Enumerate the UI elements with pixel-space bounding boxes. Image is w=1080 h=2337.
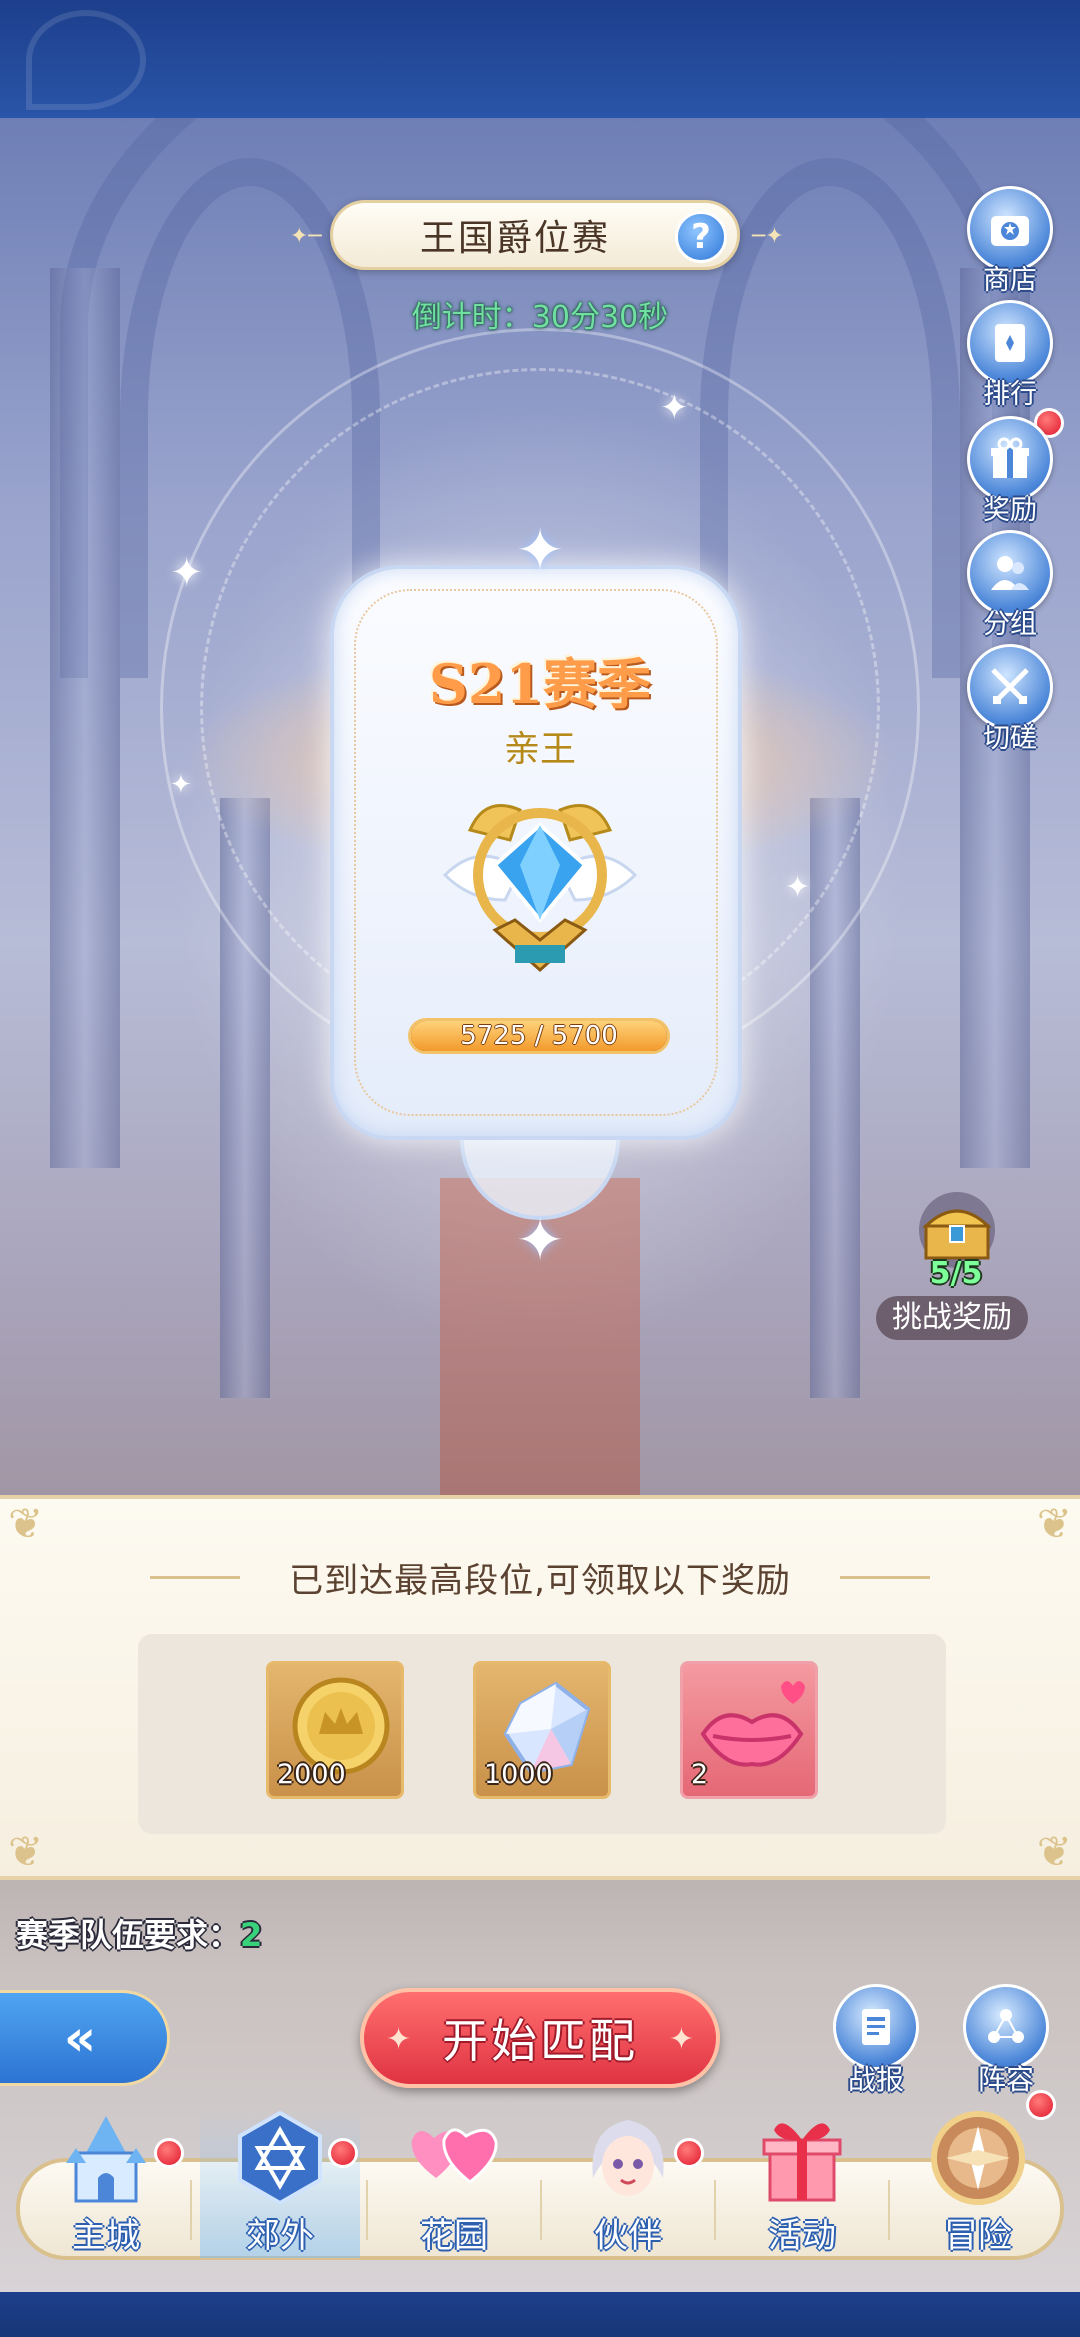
banner-deco xyxy=(26,10,146,110)
title-left-ornament: ✦─ xyxy=(290,224,322,249)
reward-quantity: 2000 xyxy=(277,1759,346,1790)
panel-corner-ornament: ❦ xyxy=(1036,1827,1072,1876)
sparkle-icon: ✦ xyxy=(386,2022,412,2057)
nav-item-adventure[interactable]: 冒险 xyxy=(898,2108,1058,2258)
side-menu-label: 分组 xyxy=(983,609,1037,640)
back-button[interactable]: « xyxy=(0,1990,170,2086)
group-button[interactable]: 分组 xyxy=(962,530,1058,640)
battle-report-label: 战报 xyxy=(847,2063,904,2096)
side-menu-label: 切磋 xyxy=(983,723,1037,754)
nav-divider xyxy=(888,2180,890,2240)
notification-badge xyxy=(674,2138,704,2168)
top-status-bar xyxy=(0,0,1080,118)
side-menu-label: 奖励 xyxy=(983,495,1037,526)
challenge-reward-label[interactable]: 挑战奖励 xyxy=(876,1296,1028,1340)
side-menu-label: 商店 xyxy=(983,265,1037,296)
nav-divider xyxy=(366,2180,368,2240)
reward-heading: 已到达最高段位,可领取以下奖励 xyxy=(289,1561,791,1601)
question-icon[interactable]: ? xyxy=(675,211,727,263)
sparkle-icon: ✦ xyxy=(660,388,689,428)
reward-button[interactable]: 奖励 xyxy=(962,416,1058,526)
sparkle-icon: ✦ xyxy=(170,550,204,596)
battle-report-button[interactable]: 战报 xyxy=(828,1984,924,2096)
start-match-label: 开始匹配 xyxy=(442,2014,638,2068)
rank-score-text: 5725 / 5700 xyxy=(460,1021,618,1051)
reward-item-gold[interactable]: 2000 xyxy=(266,1661,404,1799)
partner-portrait-icon xyxy=(578,2108,678,2208)
gift-box-icon xyxy=(752,2108,852,2208)
nav-item-main-city[interactable]: 主城 xyxy=(26,2108,186,2258)
reward-quantity: 2 xyxy=(691,1759,709,1790)
team-requirement: 赛季队伍要求：2 xyxy=(16,1910,262,1956)
sparkle-icon: ✦ xyxy=(668,2022,694,2057)
ranking-button[interactable]: 排行 xyxy=(962,300,1058,410)
panel-corner-ornament: ❦ xyxy=(1036,1499,1072,1548)
countdown-timer: 倒计时：30分30秒 xyxy=(411,300,669,335)
hearts-icon xyxy=(404,2108,504,2208)
pillar xyxy=(50,268,120,1168)
notification-badge xyxy=(328,2138,358,2168)
reward-quantity: 1000 xyxy=(484,1759,553,1790)
rank-score-progress-bar: 5725 / 5700 xyxy=(408,1018,670,1054)
back-arrow-icon: « xyxy=(63,2009,97,2067)
panel-corner-ornament: ❦ xyxy=(8,1499,44,1548)
nav-item-events[interactable]: 活动 xyxy=(722,2108,882,2258)
nav-label: 活动 xyxy=(768,2216,836,2256)
spar-button[interactable]: 切磋 xyxy=(962,644,1058,754)
reward-item-crystal[interactable]: 1000 xyxy=(473,1661,611,1799)
shop-button[interactable]: 商店 xyxy=(962,186,1058,296)
winged-diamond-crest-icon xyxy=(425,780,655,1000)
nav-label: 伙伴 xyxy=(594,2216,662,2256)
nav-divider xyxy=(540,2180,542,2240)
castle-icon xyxy=(56,2108,156,2208)
title-right-ornament: ─✦ xyxy=(752,224,784,249)
star-gem-icon: ✦ xyxy=(515,1206,565,1274)
bottom-strip xyxy=(0,2292,1080,2337)
nav-label: 主城 xyxy=(72,2216,140,2256)
star-gem-icon: ✦ xyxy=(515,516,565,584)
team-requirement-value: 2 xyxy=(240,1916,263,1954)
nav-item-partners[interactable]: 伙伴 xyxy=(548,2108,708,2258)
hexagram-emblem-icon xyxy=(230,2108,330,2208)
nav-divider xyxy=(190,2180,192,2240)
nav-label: 花园 xyxy=(420,2216,488,2256)
compass-icon xyxy=(928,2108,1028,2208)
max-rank-reward-panel: ❦ ❦ ❦ ❦ 已到达最高段位,可领取以下奖励 2000 1000 2 xyxy=(0,1495,1080,1880)
challenge-reward-count: 5/5 xyxy=(929,1256,983,1291)
team-requirement-label: 赛季队伍要求： xyxy=(16,1916,241,1954)
page-title: 王国爵位赛 xyxy=(419,218,610,259)
rank-name: 亲王 xyxy=(503,729,576,770)
lineup-button[interactable]: 阵容 xyxy=(958,1984,1054,2096)
nav-label: 郊外 xyxy=(246,2216,314,2256)
nav-divider xyxy=(714,2180,716,2240)
side-menu-label: 排行 xyxy=(983,379,1037,410)
nav-item-suburbs[interactable]: 郊外 xyxy=(200,2108,360,2258)
season-title: S21赛季 xyxy=(428,652,652,716)
start-match-button[interactable]: ✦ 开始匹配 ✦ xyxy=(360,1988,720,2088)
panel-corner-ornament: ❦ xyxy=(8,1827,44,1876)
nav-item-garden[interactable]: 花园 xyxy=(374,2108,534,2258)
reward-tray: 2000 1000 2 xyxy=(138,1634,946,1834)
notification-badge xyxy=(154,2138,184,2168)
reward-item-kiss[interactable]: 2 xyxy=(680,1661,818,1799)
nav-label: 冒险 xyxy=(944,2216,1012,2256)
event-title-banner: 王国爵位赛 ? xyxy=(330,200,740,270)
